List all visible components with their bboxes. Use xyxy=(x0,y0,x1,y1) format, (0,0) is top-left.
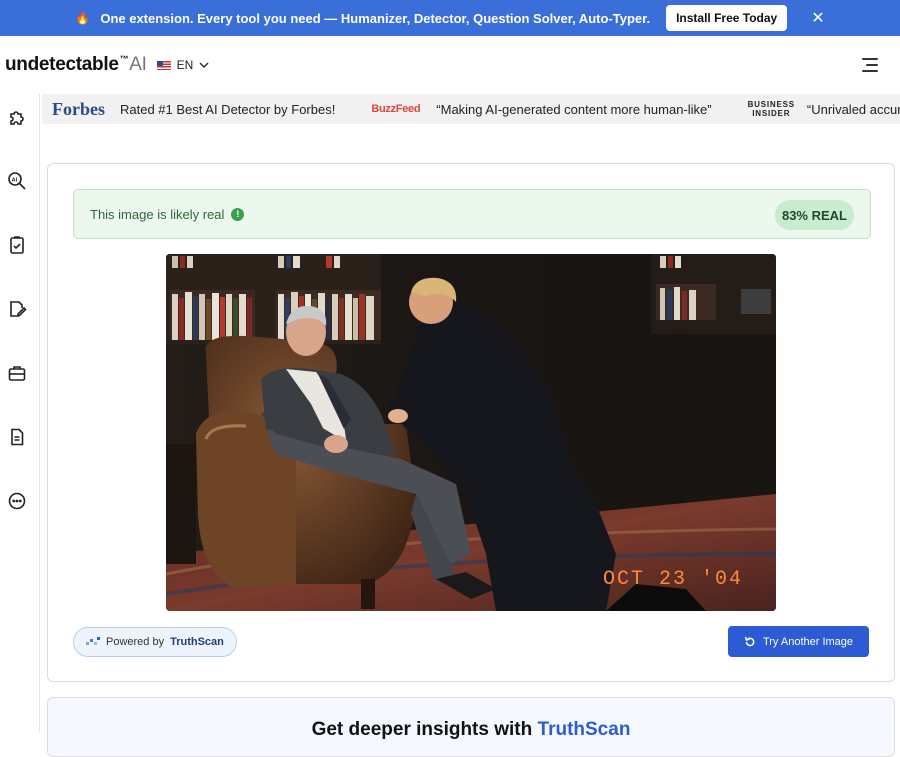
more-icon[interactable] xyxy=(7,491,27,511)
try-label: Try Another Image xyxy=(762,635,854,648)
sidebar: AI xyxy=(0,94,40,732)
press-strip: Forbes Rated #1 Best AI Detector by Forb… xyxy=(42,94,900,124)
document-icon[interactable] xyxy=(7,427,27,447)
edit-document-icon[interactable] xyxy=(7,299,27,319)
svg-text:AI: AI xyxy=(12,177,18,183)
business-insider-logo: BUSINESS INSIDER xyxy=(748,100,795,118)
buzzfeed-logo: BuzzFeed xyxy=(371,103,421,115)
checklist-icon[interactable] xyxy=(7,235,27,255)
fire-icon: 🔥 xyxy=(75,11,91,25)
close-icon[interactable]: ✕ xyxy=(811,8,824,28)
result-card: This image is likely real ! 83% REAL OCT… xyxy=(47,163,895,682)
truthscan-logo-icon xyxy=(86,637,100,645)
logo-main: undetectable xyxy=(5,54,119,75)
powered-by-badge[interactable]: Powered by TruthScan xyxy=(73,627,237,657)
refresh-icon xyxy=(744,636,755,646)
language-selector[interactable]: EN xyxy=(156,58,210,72)
promo-banner: 🔥 One extension. Every tool you need — H… xyxy=(0,0,900,36)
result-banner: This image is likely real ! 83% REAL xyxy=(73,189,871,239)
bi-logo-line2: INSIDER xyxy=(752,109,791,118)
insights-card: Get deeper insights with TruthScan xyxy=(47,697,895,757)
insights-heading-brand: TruthScan xyxy=(537,719,631,740)
score-badge: 83% REAL xyxy=(774,200,854,230)
business-insider-quote: “Unrivaled accurac xyxy=(806,101,900,117)
chevron-down-icon xyxy=(199,62,209,68)
powered-brand: TruthScan xyxy=(170,636,224,648)
install-button[interactable]: Install Free Today xyxy=(666,5,788,31)
hamburger-menu-icon[interactable] xyxy=(862,58,878,72)
date-stamp: OCT 23 '04 xyxy=(603,568,743,591)
forbes-logo: Forbes xyxy=(52,98,105,119)
language-label: EN xyxy=(176,58,194,72)
ai-detector-icon[interactable]: AI xyxy=(7,171,27,191)
insights-heading-prefix: Get deeper insights with xyxy=(311,719,533,740)
try-another-image-button[interactable]: Try Another Image xyxy=(728,626,869,657)
logo-ai: AI xyxy=(129,54,147,75)
us-flag-icon xyxy=(156,60,171,70)
briefcase-icon[interactable] xyxy=(7,363,27,383)
info-icon[interactable]: ! xyxy=(231,207,245,221)
forbes-quote: Rated #1 Best AI Detector by Forbes! xyxy=(120,101,336,117)
powered-prefix: Powered by xyxy=(106,636,165,648)
result-message: This image is likely real xyxy=(90,206,225,222)
insights-heading: Get deeper insights with TruthScan xyxy=(48,719,894,741)
logo-tm: ™ xyxy=(119,54,129,64)
analyzed-photo: OCT 23 '04 xyxy=(166,254,776,611)
buzzfeed-quote: “Making AI-generated content more human-… xyxy=(436,101,712,117)
promo-text: One extension. Every tool you need — Hum… xyxy=(100,10,651,26)
site-header: undetectable ™ AI EN xyxy=(0,36,900,94)
bi-logo-line1: BUSINESS xyxy=(747,100,795,109)
puzzle-icon[interactable] xyxy=(7,107,27,127)
logo[interactable]: undetectable ™ AI xyxy=(5,54,147,76)
